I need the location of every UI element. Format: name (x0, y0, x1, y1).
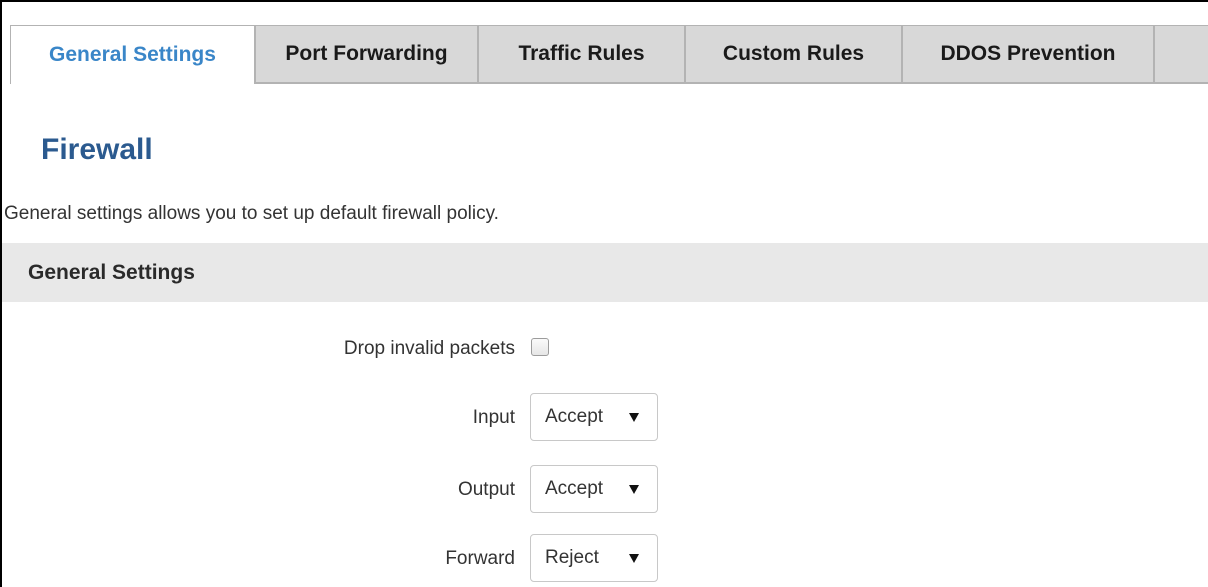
output-label: Output (457, 479, 515, 500)
tab-label: Traffic Rules (518, 42, 645, 65)
tab-label: DDOS Prevention (940, 42, 1116, 65)
dropdown-arrow-icon (629, 412, 639, 422)
section-header: General Settings (2, 243, 1208, 302)
input-policy-value: Accept (545, 406, 604, 427)
output-policy-value: Accept (545, 478, 604, 499)
tab-label: Custom Rules (722, 42, 865, 65)
section-title: General Settings (28, 260, 195, 284)
dropdown-arrow-icon (629, 553, 639, 563)
forward-policy-select[interactable]: Reject (530, 534, 658, 582)
page-description: General settings allows you to set up de… (4, 203, 499, 224)
tab-general-settings[interactable]: General Settings (10, 25, 255, 84)
tab-ddos-prevention[interactable]: DDOS Prevention (902, 25, 1154, 83)
tab-more[interactable] (1154, 25, 1208, 83)
input-policy-select[interactable]: Accept (530, 393, 658, 441)
output-policy-select[interactable]: Accept (530, 465, 658, 513)
tab-custom-rules[interactable]: Custom Rules (685, 25, 902, 83)
setting-row-input: Input Accept (0, 393, 1208, 443)
tab-label: General Settings (49, 42, 216, 66)
drop-invalid-checkbox[interactable] (531, 338, 549, 356)
setting-row-output: Output Accept (0, 465, 1208, 515)
drop-invalid-label: Drop invalid packets (343, 338, 515, 359)
setting-row-forward: Forward Reject (0, 534, 1208, 584)
setting-row-drop-invalid: Drop invalid packets (0, 324, 1208, 374)
tab-bar: General Settings Port Forwarding Traffic… (10, 25, 1208, 84)
dropdown-arrow-icon (629, 484, 639, 494)
page-title: Firewall (41, 133, 153, 166)
forward-policy-value: Reject (545, 547, 599, 568)
tab-label: Port Forwarding (285, 42, 448, 65)
tab-traffic-rules[interactable]: Traffic Rules (478, 25, 685, 83)
tab-port-forwarding[interactable]: Port Forwarding (255, 25, 478, 83)
input-label: Input (472, 407, 515, 428)
forward-label: Forward (445, 548, 515, 569)
